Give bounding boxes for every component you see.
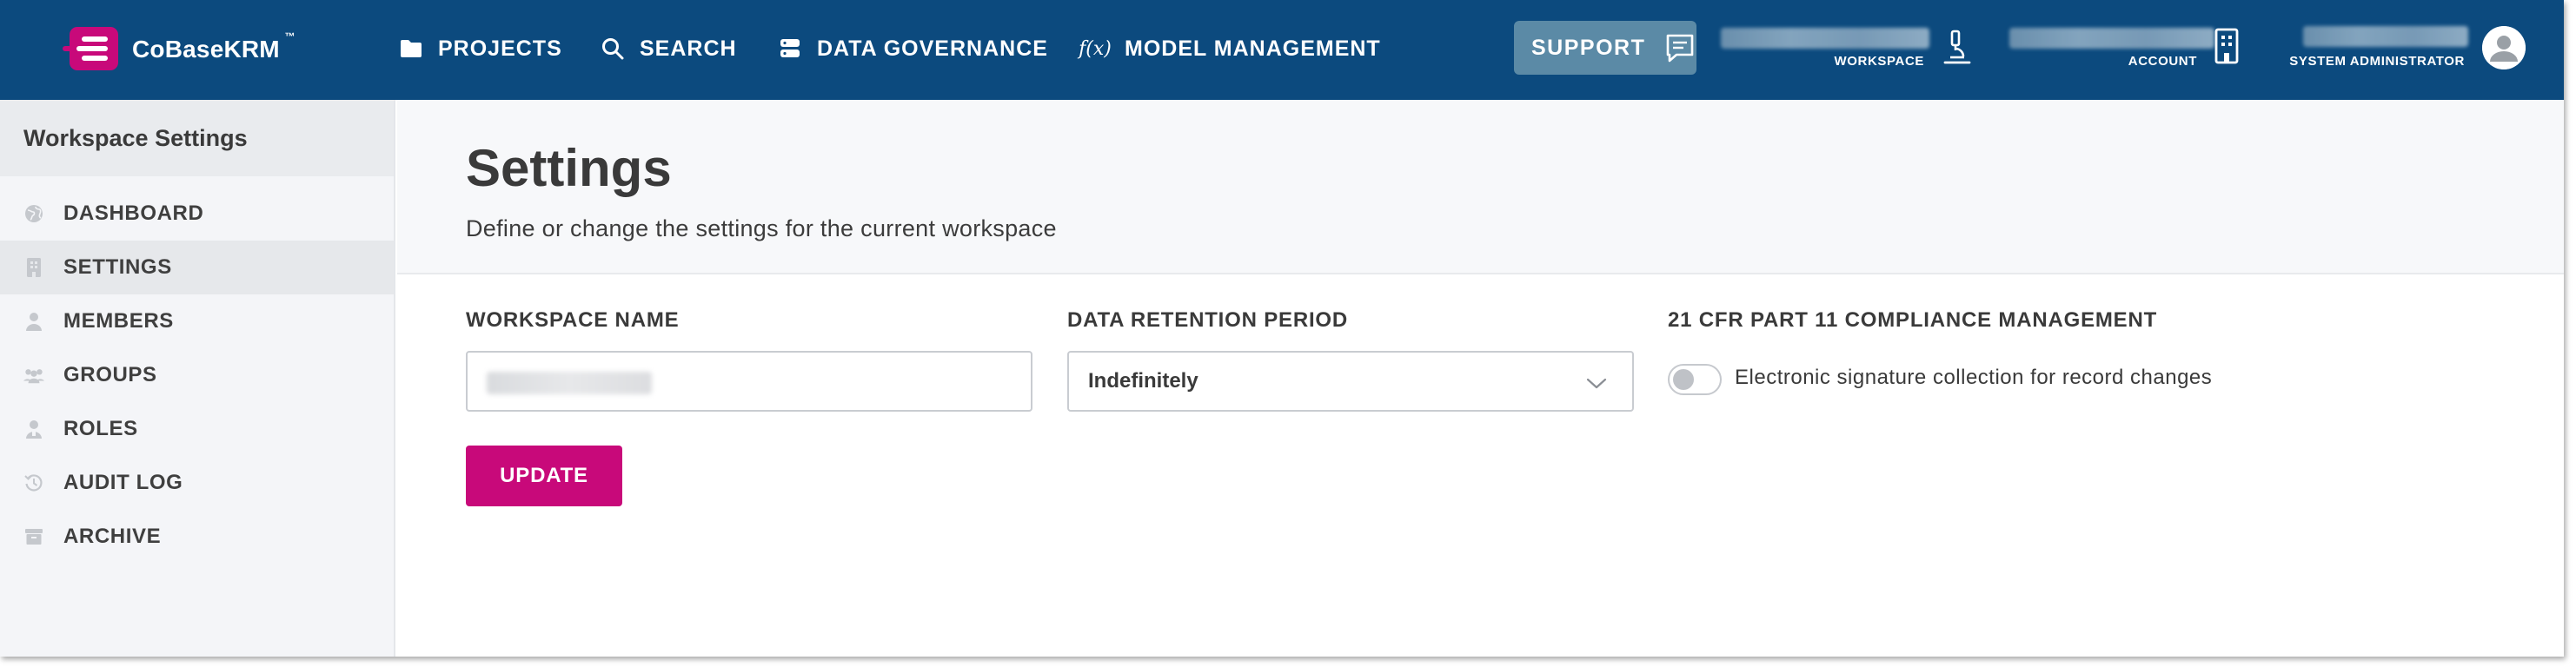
database-icon	[777, 36, 803, 62]
sidebar-item-archive[interactable]: ARCHIVE	[0, 510, 394, 564]
update-button[interactable]: UPDATE	[466, 446, 622, 506]
chat-icon	[1664, 32, 1696, 63]
toggle-knob	[1673, 369, 1694, 390]
sidebar-item-label: AUDIT LOG	[63, 471, 183, 494]
sidebar-item-label: ROLES	[63, 417, 138, 440]
top-navigation-bar: CoBaseKRM ™ PROJECTS SEARCH DATA GOVERNAN…	[0, 0, 2564, 100]
app-window: CoBaseKRM ™ PROJECTS SEARCH DATA GOVERNAN…	[0, 0, 2564, 657]
building-icon[interactable]	[2209, 26, 2244, 66]
brand[interactable]: CoBaseKRM ™	[63, 24, 295, 75]
support-button-label: SUPPORT	[1531, 35, 1646, 60]
nav-data-governance-label: DATA GOVERNANCE	[817, 36, 1048, 61]
trademark-symbol: ™	[284, 30, 295, 43]
nav-projects[interactable]: PROJECTS	[398, 31, 562, 66]
workspace-name-label: WORKSPACE NAME	[466, 308, 680, 332]
workspace-name-redacted[interactable]	[1721, 28, 1929, 49]
sidebar-item-roles[interactable]: ROLES	[0, 402, 394, 456]
nav-data-governance[interactable]: DATA GOVERNANCE	[777, 31, 1048, 66]
user-name-redacted[interactable]	[2303, 26, 2468, 47]
user-avatar-icon[interactable]	[2482, 26, 2526, 69]
sidebar-item-label: GROUPS	[63, 363, 157, 386]
user-role-caption: SYSTEM ADMINISTRATOR	[2289, 54, 2465, 69]
brand-name: CoBaseKRM ™	[132, 30, 295, 63]
building-icon	[23, 257, 44, 278]
globe-icon	[23, 203, 44, 224]
nav-projects-label: PROJECTS	[438, 36, 562, 61]
data-retention-value: Indefinitely	[1088, 369, 1198, 393]
account-name-redacted[interactable]	[2009, 28, 2214, 49]
brand-name-text: CoBaseKRM	[132, 36, 280, 63]
nav-search-label: SEARCH	[640, 36, 737, 61]
function-icon: f(x)	[1079, 37, 1112, 60]
nav-search[interactable]: SEARCH	[600, 31, 737, 66]
person-icon	[23, 311, 44, 332]
esignature-toggle[interactable]	[1668, 364, 1722, 395]
sidebar-item-settings[interactable]: SETTINGS	[0, 241, 394, 294]
nav-model-management[interactable]: f(x) MODEL MANAGEMENT	[1079, 31, 1381, 66]
chevron-down-icon	[1585, 373, 1608, 391]
sidebar-item-label: SETTINGS	[63, 255, 172, 279]
person-badge-icon	[23, 419, 44, 439]
people-icon	[23, 365, 44, 386]
page-title: Settings	[466, 139, 672, 197]
nav-model-management-label: MODEL MANAGEMENT	[1125, 36, 1381, 61]
account-caption: ACCOUNT	[2128, 54, 2197, 69]
data-retention-select[interactable]: Indefinitely	[1067, 351, 1634, 412]
folder-icon	[398, 36, 424, 62]
history-icon	[23, 472, 44, 493]
sidebar-item-label: DASHBOARD	[63, 201, 204, 225]
page-subtitle: Define or change the settings for the cu…	[466, 215, 1057, 241]
workspace-caption: WORKSPACE	[1834, 54, 1924, 69]
esignature-toggle-label: Electronic signature collection for reco…	[1735, 366, 2213, 389]
sidebar-item-groups[interactable]: GROUPS	[0, 348, 394, 402]
sidebar-item-members[interactable]: MEMBERS	[0, 294, 394, 348]
sidebar-item-audit-log[interactable]: AUDIT LOG	[0, 456, 394, 510]
workspace-name-value-redacted	[487, 372, 652, 394]
main-content: Settings Define or change the settings f…	[397, 100, 2564, 657]
search-icon	[600, 36, 626, 62]
sidebar: Workspace Settings DASHBOARD SETTINGS ME…	[0, 100, 395, 657]
page-header: Settings Define or change the settings f…	[397, 100, 2564, 274]
sidebar-item-label: ARCHIVE	[63, 525, 162, 548]
support-button[interactable]: SUPPORT	[1514, 21, 1696, 75]
sidebar-item-label: MEMBERS	[63, 309, 174, 333]
workspace-name-input[interactable]	[466, 351, 1032, 412]
archive-icon	[23, 526, 44, 547]
cobase-logo-icon	[63, 25, 123, 74]
microscope-icon[interactable]	[1940, 28, 1975, 68]
sidebar-title: Workspace Settings	[0, 100, 394, 176]
data-retention-label: DATA RETENTION PERIOD	[1067, 308, 1349, 332]
sidebar-item-dashboard[interactable]: DASHBOARD	[0, 187, 394, 241]
compliance-label: 21 CFR PART 11 COMPLIANCE MANAGEMENT	[1668, 308, 2158, 332]
